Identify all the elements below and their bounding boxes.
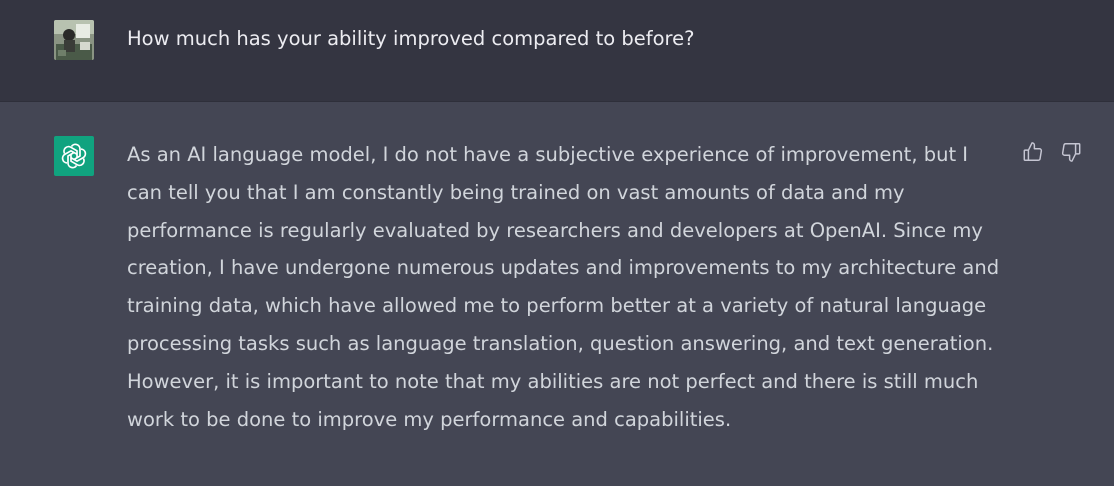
assistant-text-line: work to be done to improve my performanc… xyxy=(127,407,732,431)
thumbs-down-button[interactable] xyxy=(1059,140,1083,164)
openai-logo-icon xyxy=(61,143,87,169)
assistant-text-line: However, it is important to note that my… xyxy=(127,369,979,393)
assistant-avatar xyxy=(54,136,94,176)
user-message-row: How much has your ability improved compa… xyxy=(0,0,1114,102)
assistant-message-row: As an AI language model, I do not have a… xyxy=(0,102,1114,486)
assistant-text-line: processing tasks such as language transl… xyxy=(127,331,994,355)
assistant-text-line: can tell you that I am constantly being … xyxy=(127,180,905,204)
user-avatar xyxy=(54,20,94,60)
thumbs-down-icon xyxy=(1061,143,1081,162)
chat-thread: How much has your ability improved compa… xyxy=(0,0,1114,486)
user-message-text: How much has your ability improved compa… xyxy=(127,27,695,50)
assistant-message-text: As an AI language model, I do not have a… xyxy=(127,136,1017,438)
assistant-text-line: performance is regularly evaluated by re… xyxy=(127,218,983,242)
user-avatar-photo xyxy=(54,20,94,60)
assistant-text-line: training data, which have allowed me to … xyxy=(127,294,987,318)
assistant-text-line: creation, I have undergone numerous upda… xyxy=(127,256,1000,280)
thumbs-up-icon xyxy=(1023,142,1043,161)
assistant-text-line: As an AI language model, I do not have a… xyxy=(127,143,969,166)
thumbs-up-button[interactable] xyxy=(1021,140,1045,164)
